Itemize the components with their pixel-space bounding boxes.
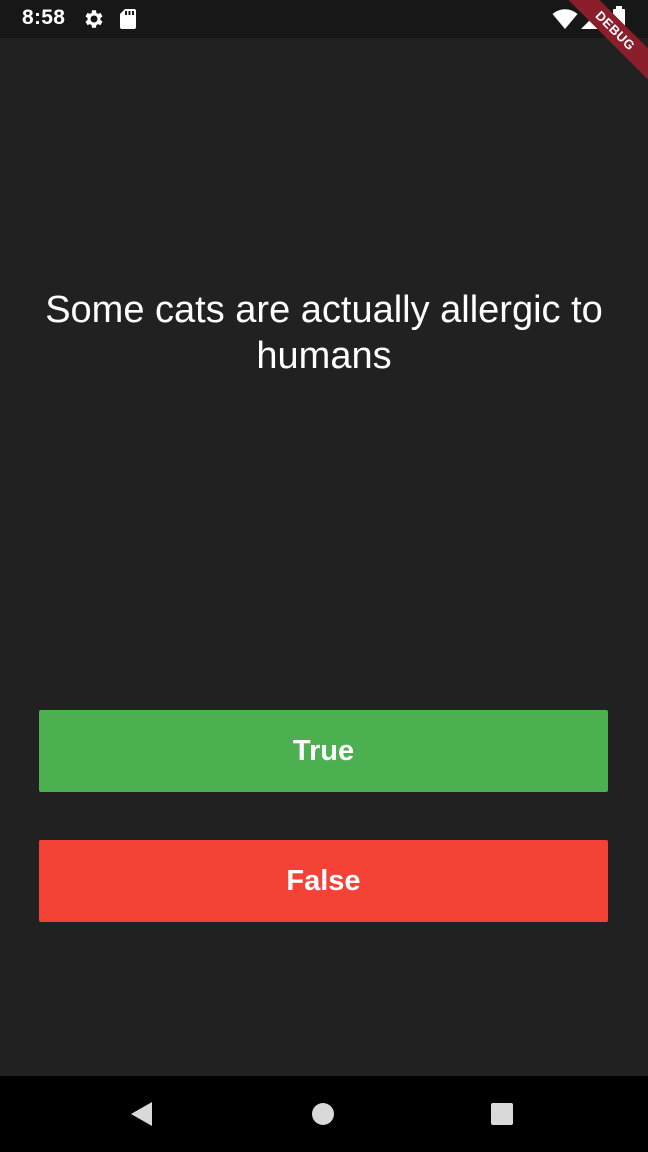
wifi-icon [552,9,578,29]
back-icon [131,1102,152,1126]
gear-icon [85,10,103,28]
battery-icon [613,6,625,31]
navigation-bar [0,1076,648,1152]
sd-card-icon [120,9,136,29]
true-button-label: True [292,734,355,767]
signal-icon [581,9,601,29]
question-text: Some cats are actually allergic to human… [45,289,603,377]
recents-icon [491,1103,513,1125]
back-button[interactable] [118,1090,166,1138]
home-button[interactable] [299,1090,347,1138]
question-area: Some cats are actually allergic to human… [0,38,648,688]
home-icon [312,1103,334,1125]
true-button[interactable]: True [39,710,608,792]
false-button-label: False [286,864,361,897]
false-button[interactable]: False [39,840,608,922]
recents-button[interactable] [478,1090,526,1138]
status-time: 8:58 [22,6,66,29]
status-bar: 8:58 [0,0,648,38]
